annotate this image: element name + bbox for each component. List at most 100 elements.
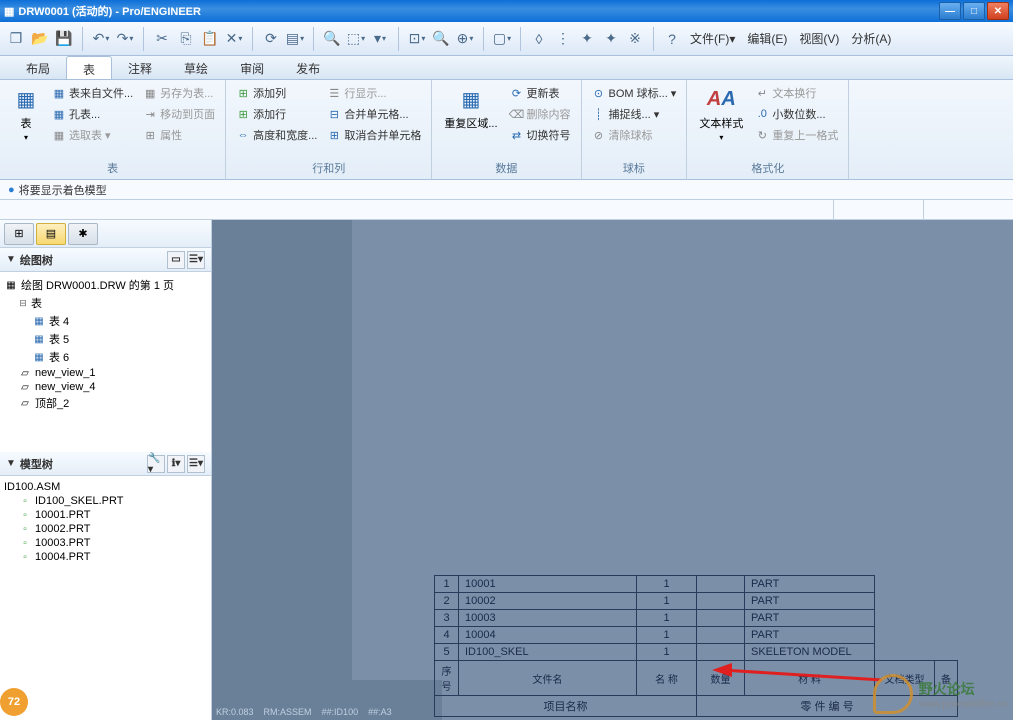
group-format-title: 格式化 — [693, 158, 842, 176]
mtree-tool-1[interactable]: 🔧▾ — [147, 455, 165, 473]
datum-csys-icon[interactable]: ✦ — [601, 29, 621, 49]
unmerge-button[interactable]: ⊞取消合并单元格 — [323, 125, 425, 145]
select-icon[interactable]: ⬚ — [346, 29, 366, 49]
help-icon[interactable]: ? — [662, 29, 682, 49]
zoom-in-icon[interactable]: 🔍 — [431, 29, 451, 49]
dropdown-2[interactable] — [923, 200, 1013, 219]
text-style-button[interactable]: AA文本样式▾ — [693, 83, 749, 158]
sidebar-tab-layers[interactable]: ▤ — [36, 223, 66, 245]
layers-icon[interactable]: ▤ — [285, 29, 305, 49]
message-bar: ● 将要显示着色模型 — [0, 180, 1013, 200]
row-display-icon: ☰ — [327, 86, 341, 100]
tree-expand-button[interactable]: ▭ — [167, 251, 185, 269]
undo-icon[interactable]: ↶ — [91, 29, 111, 49]
table-row: 4100041PART — [435, 627, 958, 644]
add-col-button[interactable]: ⊞添加列 — [232, 83, 321, 103]
datum-plane-icon[interactable]: ◊ — [529, 29, 549, 49]
new-icon[interactable]: ❐ — [6, 29, 26, 49]
properties-button[interactable]: ⊞属性 — [139, 125, 219, 145]
delete-icon[interactable]: ✕ — [224, 29, 244, 49]
bullet-icon: ● — [8, 184, 15, 196]
tree-view-item: ▱new_view_4 — [4, 380, 207, 394]
hw-icon: ⇔ — [236, 128, 250, 142]
redo-icon[interactable]: ↷ — [115, 29, 135, 49]
close-button[interactable]: ✕ — [987, 2, 1009, 20]
datum-axis-icon[interactable]: ⋮ — [553, 29, 573, 49]
model-root: ID100.ASM — [4, 480, 207, 494]
add-row-button[interactable]: ⊞添加行 — [232, 104, 321, 124]
watermark-title: 野火论坛 — [919, 679, 1007, 699]
sidebar-tab-structure[interactable]: ⊞ — [4, 223, 34, 245]
wrap-button[interactable]: ↵文本换行 — [751, 83, 842, 103]
tab-publish[interactable]: 发布 — [280, 56, 336, 79]
update-table-button[interactable]: ⟳更新表 — [506, 83, 575, 103]
tree-tables: ⊟表 — [4, 294, 207, 312]
clear-balloon-button[interactable]: ⊘清除球标 — [588, 125, 681, 145]
drawing-tree[interactable]: ▦绘图 DRW0001.DRW 的第 1 页 ⊟表 ▦表 4 ▦表 5 ▦表 6… — [0, 272, 211, 452]
table-from-file-button[interactable]: ▦表来自文件... — [48, 83, 137, 103]
drawing-canvas[interactable]: 1100011PART 2100021PART 3100031PART 4100… — [212, 220, 1013, 720]
menu-analysis[interactable]: 分析(A) — [847, 28, 895, 49]
mtree-tool-2[interactable]: ℹ▾ — [167, 455, 185, 473]
datum-curve-icon[interactable]: ※ — [625, 29, 645, 49]
model-item: ▫10001.PRT — [4, 508, 207, 522]
update-icon: ⟳ — [510, 86, 524, 100]
datum-point-icon[interactable]: ✦ — [577, 29, 597, 49]
repeat-format-button[interactable]: ↻重复上一格式 — [751, 125, 842, 145]
refit-icon[interactable]: ⊡ — [407, 29, 427, 49]
tree-settings-button[interactable]: ☰▾ — [187, 251, 205, 269]
open-icon[interactable]: 📂 — [30, 29, 50, 49]
cut-icon[interactable]: ✂ — [152, 29, 172, 49]
message-text: 将要显示着色模型 — [19, 182, 107, 198]
dropdown-row — [0, 200, 1013, 220]
page-badge: 72 — [0, 688, 28, 716]
copy-icon[interactable]: ⎘ — [176, 29, 196, 49]
menu-edit[interactable]: 编辑(E) — [743, 28, 791, 49]
minimize-button[interactable]: — — [939, 2, 961, 20]
table-button[interactable]: ▦表▾ — [6, 83, 46, 158]
tab-table[interactable]: 表 — [66, 56, 112, 79]
watermark-logo-icon — [873, 674, 913, 714]
regenerate-icon[interactable]: ⟳ — [261, 29, 281, 49]
snap-line-button[interactable]: ┊捕捉线...▾ — [588, 104, 681, 124]
mtree-tool-3[interactable]: ☰▾ — [187, 455, 205, 473]
model-tree[interactable]: ID100.ASM ▫ID100_SKEL.PRT ▫10001.PRT ▫10… — [0, 476, 211, 720]
save-as-table-button[interactable]: ▦另存为表... — [139, 83, 219, 103]
repeat-region-button[interactable]: ▦重复区域... — [438, 83, 503, 158]
select-table-button[interactable]: ▦选取表▾ — [48, 125, 137, 145]
decimals-icon: .0 — [755, 107, 769, 121]
wrap-icon: ↵ — [755, 86, 769, 100]
maximize-button[interactable]: □ — [963, 2, 985, 20]
tab-layout[interactable]: 布局 — [10, 56, 66, 79]
drawing-tree-header: ▼ 绘图树 ▭ ☰▾ — [0, 248, 211, 272]
paste-icon[interactable]: 📋 — [200, 29, 220, 49]
model-item: ▫10002.PRT — [4, 522, 207, 536]
merge-button[interactable]: ⊟合并单元格... — [323, 104, 425, 124]
hw-button[interactable]: ⇔高度和宽度... — [232, 125, 321, 145]
zoom-icon[interactable]: ⊕ — [455, 29, 475, 49]
decimals-button[interactable]: .0小数位数... — [751, 104, 842, 124]
switch-symbol-button[interactable]: ⇄切换符号 — [506, 125, 575, 145]
menu-file[interactable]: 文件(F)▾ — [686, 28, 739, 49]
tab-review[interactable]: 审阅 — [224, 56, 280, 79]
table-row: 2100021PART — [435, 593, 958, 610]
save-icon[interactable]: 💾 — [54, 29, 74, 49]
hole-table-button[interactable]: ▦孔表... — [48, 104, 137, 124]
dropdown-1[interactable] — [833, 200, 923, 219]
tree-view-item: ▱顶部_2 — [4, 394, 207, 412]
tab-sketch[interactable]: 草绘 — [168, 56, 224, 79]
chevron-down-icon[interactable]: ▼ — [6, 458, 16, 469]
menu-view[interactable]: 视图(V) — [795, 28, 843, 49]
bom-balloon-button[interactable]: ⊙BOM 球标...▾ — [588, 83, 681, 103]
delete-content-button[interactable]: ⌫删除内容 — [506, 104, 575, 124]
filter-icon[interactable]: ▾ — [370, 29, 390, 49]
row-display-button[interactable]: ☰行显示... — [323, 83, 425, 103]
tab-annotate[interactable]: 注释 — [112, 56, 168, 79]
titlebar: ▦ DRW0001 (活动的) - Pro/ENGINEER — □ ✕ — [0, 0, 1013, 22]
sidebar-tab-new[interactable]: ✱ — [68, 223, 98, 245]
table-icon: ▦ — [12, 85, 40, 113]
find-icon[interactable]: 🔍 — [322, 29, 342, 49]
move-page-button[interactable]: ⇥移动到页面 — [139, 104, 219, 124]
display-icon[interactable]: ▢ — [492, 29, 512, 49]
chevron-down-icon[interactable]: ▼ — [6, 254, 16, 265]
